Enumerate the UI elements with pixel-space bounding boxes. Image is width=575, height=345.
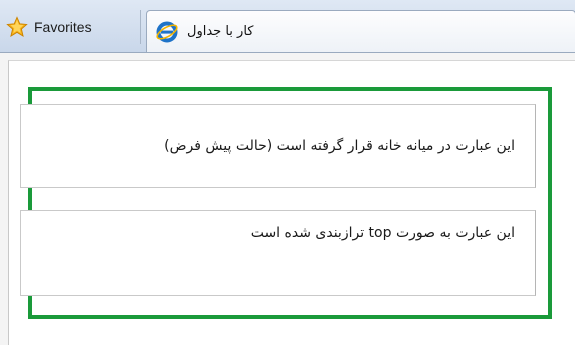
browser-window: Favorites کار با جداول این عبارت در میان… (0, 0, 575, 345)
favorites-button[interactable]: Favorites (6, 8, 92, 46)
table-cell-top: این عبارت به صورت top ترازبندی شده است (20, 210, 536, 296)
cell-middle-text: این عبارت در میانه خانه قرار گرفته است (… (164, 138, 515, 154)
page-content (8, 60, 575, 345)
internet-explorer-icon (156, 21, 178, 42)
cell-top-text: این عبارت به صورت top ترازبندی شده است (250, 225, 515, 241)
tab-divider (140, 10, 141, 44)
favorites-label: Favorites (34, 19, 92, 35)
tab-bar: Favorites کار با جداول (0, 0, 575, 53)
star-icon (6, 16, 28, 37)
tab-title: کار با جداول (187, 24, 254, 39)
table-cell-middle: این عبارت در میانه خانه قرار گرفته است (… (20, 104, 536, 188)
tab-active[interactable]: کار با جداول (146, 10, 575, 52)
